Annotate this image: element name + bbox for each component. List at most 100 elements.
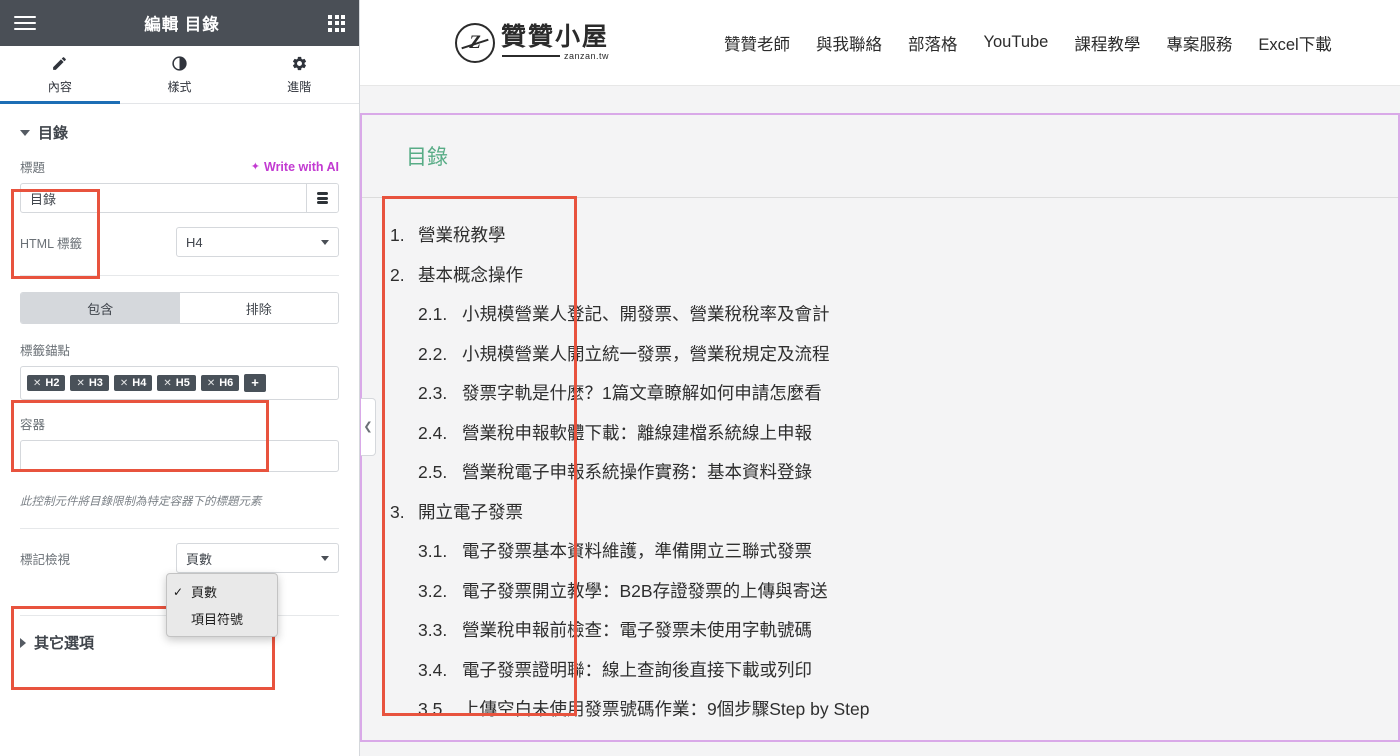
tab-style-label: 樣式 bbox=[167, 80, 192, 94]
toc-item[interactable]: 2.3. 發票字軌是什麼？1篇文章瞭解如何申請怎麼看 bbox=[390, 374, 1398, 414]
chip-remove-icon[interactable]: ✕ bbox=[120, 378, 128, 389]
toc-item-number: 2.1. bbox=[418, 304, 448, 324]
grid-apps-icon[interactable] bbox=[328, 14, 345, 32]
marker-view-label: 標記檢視 bbox=[20, 552, 71, 567]
logo-name: 贊贊小屋 bbox=[501, 23, 610, 52]
toc-item[interactable]: 3.4. 電子發票證明聯：線上查詢後直接下載或列印 bbox=[390, 651, 1398, 691]
toc-item-text[interactable]: 小規模營業人開立統一發票，營業稅規定及流程 bbox=[462, 345, 830, 364]
preview-canvas: Z 贊贊小屋 zanzan.tw 贊贊老師 與我聯絡 部落格 YouTube 課… bbox=[360, 0, 1400, 756]
site-header: Z 贊贊小屋 zanzan.tw 贊贊老師 與我聯絡 部落格 YouTube 課… bbox=[360, 0, 1400, 86]
control-title: 標題 ✦ Write with AI bbox=[0, 157, 359, 227]
contrast-half-circle-icon bbox=[171, 54, 188, 73]
chip-remove-icon[interactable]: ✕ bbox=[33, 378, 41, 389]
dropdown-option-bullets[interactable]: 項目符號 bbox=[167, 605, 277, 632]
dropdown-option-pages-label: 頁數 bbox=[191, 585, 218, 600]
toc-item[interactable]: 1. 營業稅教學 bbox=[390, 216, 1398, 256]
pencil-icon bbox=[51, 54, 68, 73]
section-toc-header[interactable]: 目錄 bbox=[0, 104, 359, 157]
nav-item-2[interactable]: 部落格 bbox=[908, 31, 958, 55]
marker-view-select[interactable]: 頁數 bbox=[176, 543, 339, 574]
site-nav: 贊贊老師 與我聯絡 部落格 YouTube 課程教學 專案服務 Excel下載 bbox=[724, 31, 1332, 55]
tab-content[interactable]: 內容 bbox=[0, 46, 120, 104]
toc-item[interactable]: 3.1. 電子發票基本資料維護，準備開立三聯式發票 bbox=[390, 532, 1398, 572]
anchors-label: 標籤錨點 bbox=[20, 344, 71, 358]
toc-item-number: 3.3. bbox=[418, 620, 448, 640]
chip-remove-icon[interactable]: ✕ bbox=[76, 378, 84, 389]
tab-advanced[interactable]: 進階 bbox=[239, 46, 359, 103]
toc-item-text[interactable]: 電子發票開立教學：B2B存證發票的上傳與寄送 bbox=[462, 582, 828, 601]
chip-remove-icon[interactable]: ✕ bbox=[163, 378, 171, 389]
section-other-options-title: 其它選項 bbox=[34, 635, 95, 653]
chip-remove-icon[interactable]: ✕ bbox=[207, 378, 215, 389]
toc-item-text[interactable]: 營業稅申報軟體下載：離線建檔系統線上申報 bbox=[462, 424, 812, 443]
include-exclude-toggle: 包含 排除 bbox=[20, 292, 339, 324]
panel-body: 目錄 標題 ✦ Write with AI 目錄 HTML 標籤 H4 包含 排… bbox=[0, 104, 359, 756]
toc-item[interactable]: 2.4. 營業稅申報軟體下載：離線建檔系統線上申報 bbox=[390, 414, 1398, 454]
nav-item-1[interactable]: 與我聯絡 bbox=[816, 31, 882, 55]
toc-item-text[interactable]: 基本概念操作 bbox=[418, 266, 523, 285]
nav-item-4[interactable]: 課程教學 bbox=[1074, 31, 1140, 55]
panel-collapse-handle[interactable]: ❮ bbox=[361, 398, 376, 456]
gear-icon bbox=[291, 54, 308, 73]
toc-item-number: 2.5. bbox=[418, 462, 448, 482]
toc-item-text[interactable]: 上傳空白未使用發票號碼作業：9個步驟Step by Step bbox=[462, 700, 869, 719]
container-input-wrap bbox=[20, 440, 339, 472]
title-input-wrap bbox=[20, 183, 339, 213]
toc-item[interactable]: 3. 開立電子發票 bbox=[390, 493, 1398, 533]
add-anchor-button[interactable]: + bbox=[244, 374, 266, 392]
panel-title: 編輯 目錄 bbox=[144, 16, 220, 34]
dropdown-option-pages[interactable]: ✓ 頁數 bbox=[167, 578, 277, 605]
toc-widget-selected[interactable]: 目錄 1. 營業稅教學 2. 基本概念操作 2.1. 小規模營業人登記、開發票、營業稅… bbox=[360, 113, 1400, 742]
html-tag-select[interactable]: H4 bbox=[176, 227, 339, 257]
toc-item[interactable]: 2. 基本概念操作 bbox=[390, 256, 1398, 296]
title-label: 標題 bbox=[20, 161, 46, 175]
caret-down-icon bbox=[20, 129, 30, 136]
title-input[interactable] bbox=[21, 184, 306, 212]
toc-item[interactable]: 3.3. 營業稅申報前檢查：電子發票未使用字軌號碼 bbox=[390, 611, 1398, 651]
chip-h3[interactable]: ✕ H3 bbox=[70, 375, 109, 391]
toc-item-text[interactable]: 營業稅教學 bbox=[418, 226, 506, 245]
control-html-tag: HTML 標籤 H4 bbox=[0, 227, 359, 271]
toc-item[interactable]: 2.2. 小規模營業人開立統一發票，營業稅規定及流程 bbox=[390, 335, 1398, 375]
toc-item-number: 3.2. bbox=[418, 580, 448, 601]
tab-style[interactable]: 樣式 bbox=[120, 46, 240, 103]
hamburger-menu-icon[interactable] bbox=[14, 16, 36, 30]
toc-item-number: 2. bbox=[390, 264, 405, 285]
toc-item-text[interactable]: 營業稅電子申報系統操作實務：基本資料登錄 bbox=[462, 463, 812, 482]
chip-h6[interactable]: ✕ H6 bbox=[200, 375, 240, 391]
toc-item-number: 3.5. bbox=[418, 699, 448, 719]
logo-mark-icon: Z bbox=[455, 22, 495, 63]
tab-content-label: 內容 bbox=[47, 80, 72, 94]
toc-item[interactable]: 2.1. 小規模營業人登記、開發票、營業稅稅率及會計 bbox=[390, 295, 1398, 335]
site-logo[interactable]: Z 贊贊小屋 zanzan.tw bbox=[455, 22, 610, 63]
toc-item-text[interactable]: 小規模營業人登記、開發票、營業稅稅率及會計 bbox=[462, 305, 830, 324]
toc-item-number: 1. bbox=[390, 225, 405, 245]
chip-h5[interactable]: ✕ H5 bbox=[157, 375, 196, 391]
logo-rule bbox=[501, 54, 560, 57]
container-input[interactable] bbox=[21, 441, 338, 471]
toc-item-text[interactable]: 電子發票證明聯：線上查詢後直接下載或列印 bbox=[462, 661, 812, 680]
nav-item-3[interactable]: YouTube bbox=[984, 33, 1049, 52]
segment-include[interactable]: 包含 bbox=[21, 293, 180, 323]
toc-item-text[interactable]: 營業稅申報前檢查：電子發票未使用字軌號碼 bbox=[462, 621, 812, 640]
toc-item[interactable]: 3.2. 電子發票開立教學：B2B存證發票的上傳與寄送 bbox=[390, 572, 1398, 612]
sparkle-icon: ✦ bbox=[250, 161, 260, 173]
nav-item-5[interactable]: 專案服務 bbox=[1166, 31, 1232, 55]
toc-item-text[interactable]: 發票字軌是什麼？1篇文章瞭解如何申請怎麼看 bbox=[462, 384, 822, 403]
nav-item-0[interactable]: 贊贊老師 bbox=[724, 31, 790, 55]
chip-h2[interactable]: ✕ H2 bbox=[27, 375, 66, 391]
editor-app: 編輯 目錄 內容 樣式 進階 目錄 標題 ✦ Write with AI 目錄 … bbox=[0, 0, 1400, 756]
segment-exclude[interactable]: 排除 bbox=[179, 293, 338, 323]
chip-h4[interactable]: ✕ H4 bbox=[113, 375, 153, 391]
html-tag-label: HTML 標籤 bbox=[20, 236, 83, 251]
toc-item-number: 3.1. bbox=[418, 541, 448, 561]
nav-item-6[interactable]: Excel下載 bbox=[1258, 31, 1331, 55]
toc-item-text[interactable]: 開立電子發票 bbox=[418, 503, 523, 522]
toc-list: 1. 營業稅教學 2. 基本概念操作 2.1. 小規模營業人登記、開發票、營業稅稅率及… bbox=[390, 216, 1398, 730]
toc-item[interactable]: 2.5. 營業稅電子申報系統操作實務：基本資料登錄 bbox=[390, 453, 1398, 493]
toc-item-text[interactable]: 電子發票基本資料維護，準備開立三聯式發票 bbox=[462, 542, 812, 561]
toc-item[interactable]: 3.5. 上傳空白未使用發票號碼作業：9個步驟Step by Step bbox=[390, 690, 1398, 730]
write-with-ai-button[interactable]: ✦ Write with AI bbox=[251, 160, 339, 174]
dynamic-tags-icon[interactable] bbox=[306, 184, 338, 212]
control-anchors: 標籤錨點 ✕ H2 ✕ H3 ✕ H4 ✕ H5 ✕ H6 + bbox=[0, 340, 359, 414]
